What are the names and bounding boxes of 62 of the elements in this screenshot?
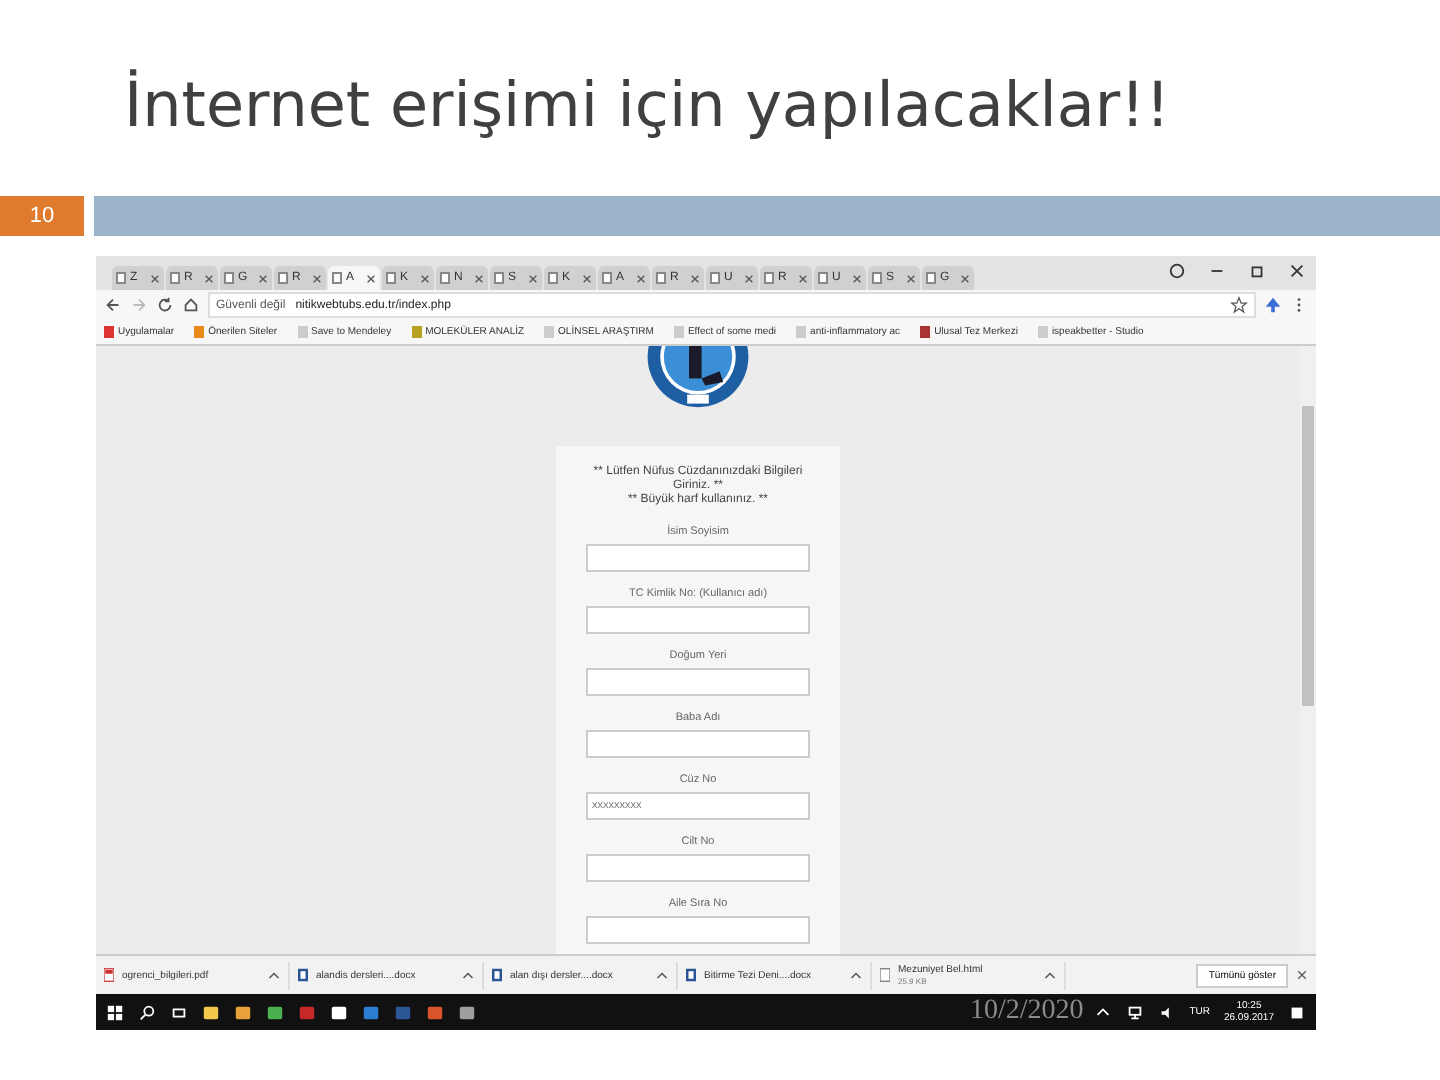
close-icon[interactable] <box>528 273 538 283</box>
close-icon[interactable] <box>744 273 754 283</box>
input-field[interactable] <box>586 543 810 572</box>
page-icon <box>818 272 828 284</box>
page-icon <box>278 272 288 284</box>
close-icon[interactable] <box>960 273 970 283</box>
input-field[interactable] <box>586 667 810 696</box>
extension-icon[interactable] <box>1264 296 1282 314</box>
page-icon <box>872 272 882 284</box>
close-icon[interactable] <box>420 273 430 283</box>
close-icon[interactable] <box>204 273 214 283</box>
close-icon[interactable] <box>312 273 322 283</box>
input-field[interactable] <box>586 915 810 944</box>
close-icon[interactable] <box>906 273 916 283</box>
close-icon[interactable] <box>258 273 268 283</box>
profile-icon[interactable] <box>1168 261 1186 279</box>
page-icon <box>710 272 720 284</box>
back-icon[interactable] <box>104 296 122 314</box>
star-icon[interactable] <box>1230 296 1248 314</box>
page-icon <box>440 272 450 284</box>
page-icon <box>170 272 180 284</box>
page-icon <box>332 272 342 284</box>
page-icon <box>926 272 936 284</box>
start-icon[interactable] <box>106 1003 124 1021</box>
document-icon <box>492 968 502 982</box>
page-icon <box>602 272 612 284</box>
page-icon <box>386 272 396 284</box>
file-icon <box>880 968 890 982</box>
caret-icon[interactable] <box>1093 1003 1112 1021</box>
input-field[interactable] <box>586 853 810 882</box>
close-icon[interactable] <box>798 273 808 283</box>
close-icon[interactable] <box>852 273 862 283</box>
page-icon <box>494 272 504 284</box>
close-icon[interactable] <box>636 273 646 283</box>
pdf-icon <box>104 968 114 982</box>
close-icon[interactable] <box>1296 970 1308 980</box>
document-icon <box>298 968 308 982</box>
page-icon <box>764 272 774 284</box>
close-icon[interactable] <box>1288 261 1306 279</box>
task-view-icon[interactable] <box>170 1003 188 1021</box>
document-icon <box>686 968 696 982</box>
close-icon[interactable] <box>582 273 592 283</box>
page-icon <box>224 272 234 284</box>
slide-number: 10 <box>0 196 84 236</box>
network-icon[interactable] <box>1125 1003 1144 1021</box>
close-icon[interactable] <box>366 273 376 283</box>
reload-icon[interactable] <box>156 296 174 314</box>
close-icon[interactable] <box>690 273 700 283</box>
scrollbar[interactable] <box>1300 346 1316 954</box>
home-icon[interactable] <box>182 296 200 314</box>
close-icon[interactable] <box>150 273 160 283</box>
input-field[interactable] <box>586 729 810 758</box>
restore-icon[interactable] <box>1248 261 1266 279</box>
search-icon[interactable] <box>138 1003 156 1021</box>
notification-icon[interactable] <box>1288 1003 1306 1021</box>
close-icon[interactable] <box>474 273 484 283</box>
page-icon <box>116 272 126 284</box>
page-icon <box>656 272 666 284</box>
slide-title: İnternet erişimi için yapılacaklar!! <box>122 67 1173 146</box>
page-icon <box>548 272 558 284</box>
slide-date: 10/2/2020 <box>970 996 1084 1028</box>
input-field[interactable] <box>586 605 810 634</box>
